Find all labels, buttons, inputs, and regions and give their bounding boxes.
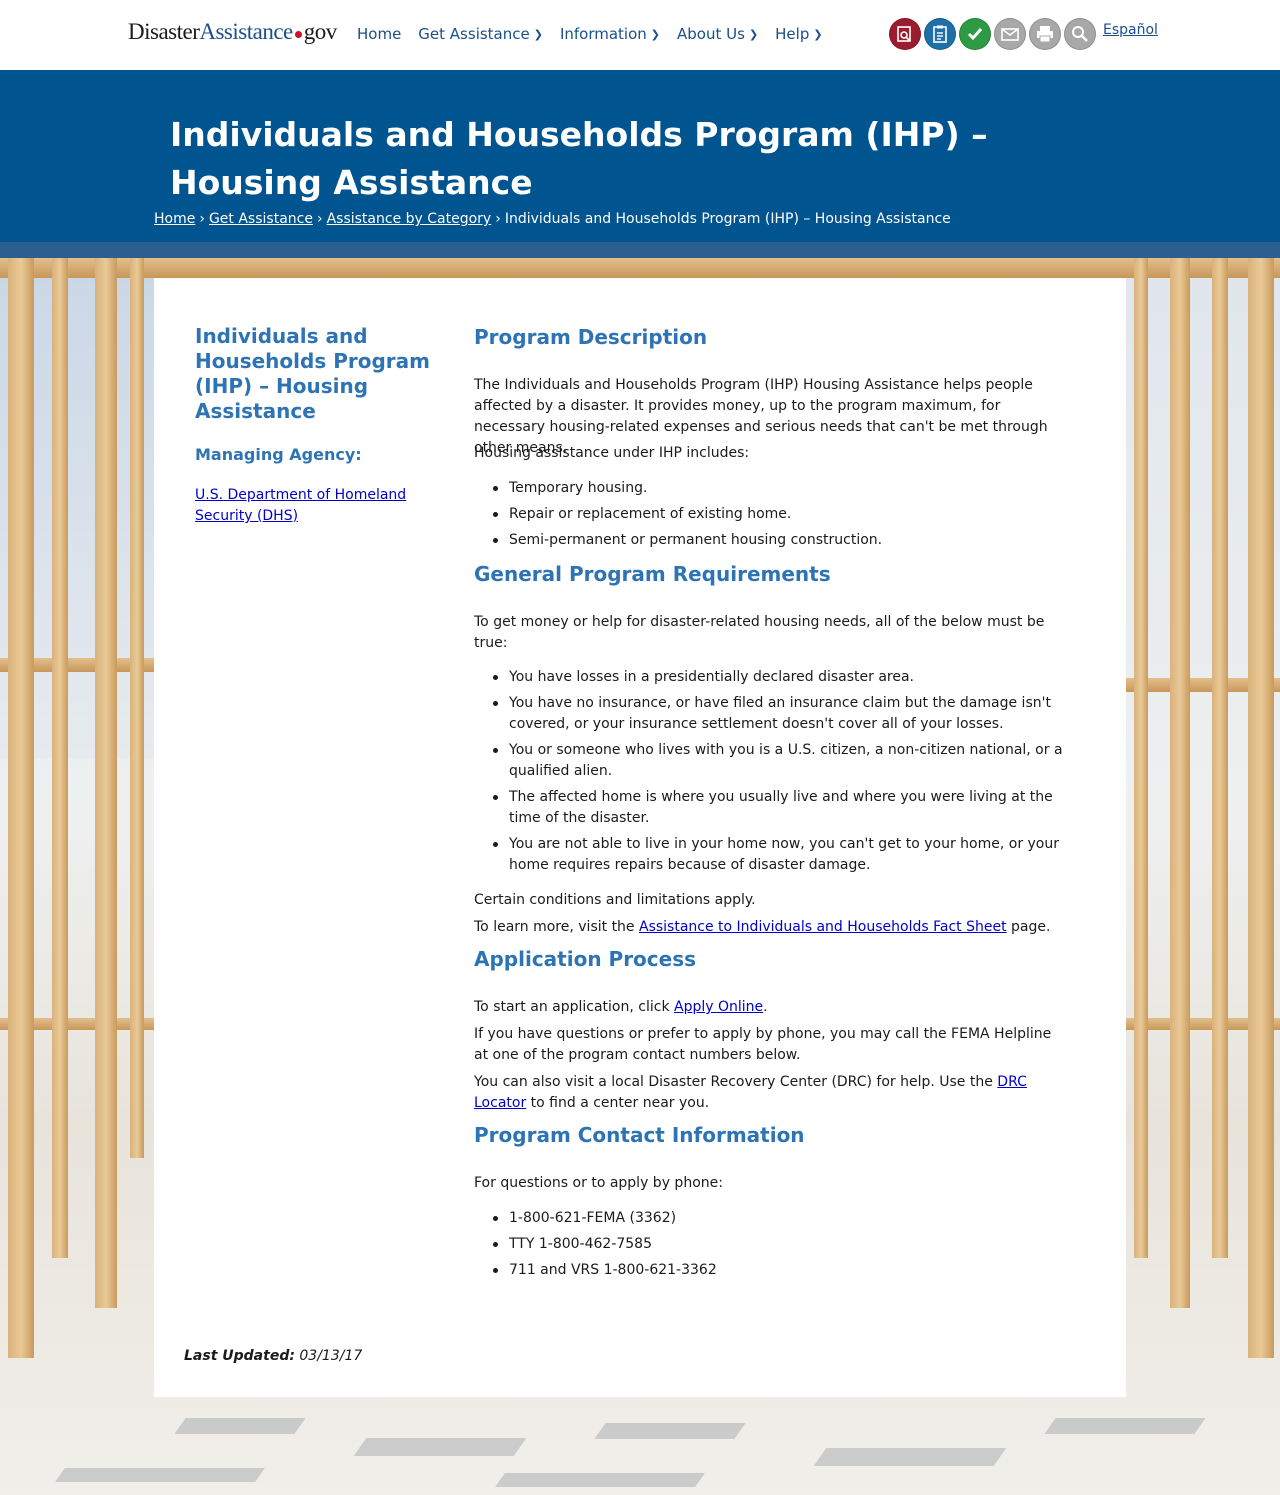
main-nav: Home Get Assistance ❯ Information ❯ About … bbox=[357, 25, 840, 43]
background-stud bbox=[1170, 258, 1190, 1308]
chevron-down-icon: ❯ bbox=[650, 28, 661, 41]
nav-help[interactable]: Help ❯ bbox=[775, 25, 822, 43]
background-shadow bbox=[594, 1423, 746, 1439]
nav-about-us[interactable]: About Us ❯ bbox=[677, 25, 758, 43]
apply-online-text: To start an application, click Apply Onl… bbox=[474, 997, 1064, 1018]
requirements-intro: To get money or help for disaster-relate… bbox=[474, 614, 1045, 651]
apply-online-link[interactable]: Apply Online bbox=[674, 999, 763, 1015]
language-link-espanol[interactable]: Español bbox=[1103, 22, 1158, 38]
logo-text-disaster: Disaster bbox=[128, 19, 200, 44]
contact-intro: For questions or to apply by phone: bbox=[474, 1175, 723, 1191]
logo-dot bbox=[294, 31, 302, 38]
background-shadow bbox=[495, 1473, 705, 1487]
contact-list: 1-800-621-FEMA (3362) TTY 1-800-462-7585… bbox=[474, 1208, 1069, 1286]
nav-home[interactable]: Home bbox=[357, 25, 401, 43]
last-updated-value: 03/13/17 bbox=[299, 1348, 363, 1364]
phone-apply-text: If you have questions or prefer to apply… bbox=[474, 1026, 1052, 1063]
application-process-heading: Application Process bbox=[474, 947, 697, 971]
last-updated: Last Updated: 03/13/17 bbox=[184, 1348, 362, 1364]
requirements-list: You have losses in a presidentially decl… bbox=[474, 667, 1069, 881]
search-icon[interactable] bbox=[1064, 18, 1096, 50]
nav-get-assistance[interactable]: Get Assistance ❯ bbox=[418, 25, 543, 43]
background-shadow bbox=[55, 1468, 265, 1482]
logo-text-assistance: Assistance bbox=[199, 19, 293, 44]
program-description-intro: Housing assistance under IHP includes: bbox=[474, 445, 750, 461]
breadcrumb-current: Individuals and Households Program (IHP)… bbox=[504, 211, 951, 227]
email-icon[interactable] bbox=[994, 18, 1026, 50]
breadcrumb-home[interactable]: Home bbox=[154, 211, 195, 227]
requirements-heading: General Program Requirements bbox=[474, 562, 831, 586]
chevron-down-icon: ❯ bbox=[813, 28, 823, 41]
last-updated-label: Last Updated: bbox=[184, 1348, 295, 1364]
fact-sheet-link[interactable]: Assistance to Individuals and Households… bbox=[639, 919, 1007, 935]
toolbar-icons bbox=[889, 18, 1096, 50]
background-stud bbox=[8, 258, 34, 1358]
apply-online-suffix: . bbox=[763, 999, 768, 1015]
nav-label: Get Assistance bbox=[418, 25, 530, 43]
learn-more-prefix: To learn more, visit the bbox=[474, 919, 639, 935]
chevron-down-icon: ❯ bbox=[533, 28, 543, 41]
breadcrumb-separator: › bbox=[495, 211, 501, 227]
breadcrumb-assistance-by-category[interactable]: Assistance by Category bbox=[327, 211, 492, 227]
list-item: You are not able to live in your home no… bbox=[493, 834, 1069, 876]
clipboard-icon[interactable] bbox=[924, 18, 956, 50]
breadcrumb-separator: › bbox=[316, 211, 323, 227]
background-stud bbox=[1134, 258, 1148, 1258]
list-item: The affected home is where you usually l… bbox=[493, 787, 1069, 829]
page-title: Individuals and Households Program (IHP)… bbox=[170, 115, 988, 202]
background-shadow bbox=[353, 1438, 527, 1456]
background-stud bbox=[95, 258, 117, 1308]
managing-agency-link[interactable]: U.S. Department of Homeland Security (DH… bbox=[195, 485, 425, 527]
managing-agency-label: Managing Agency: bbox=[195, 445, 362, 464]
site-logo[interactable]: DisasterAssistance gov bbox=[128, 19, 337, 45]
drc-prefix: You can also visit a local Disaster Reco… bbox=[474, 1074, 998, 1090]
breadcrumb-separator: › bbox=[199, 211, 205, 227]
sidebar-title: Individuals and Households Program (IHP)… bbox=[195, 324, 430, 423]
background-stud bbox=[130, 258, 144, 1158]
background-stud bbox=[52, 258, 68, 1258]
background-shadow bbox=[813, 1448, 1007, 1466]
banner-strip bbox=[0, 242, 1280, 258]
find-assistance-icon[interactable] bbox=[889, 18, 921, 50]
nav-label: Home bbox=[357, 25, 402, 43]
drc-text: You can also visit a local Disaster Reco… bbox=[474, 1072, 1064, 1114]
breadcrumb: Home › Get Assistance › Assistance by Catego… bbox=[154, 211, 951, 227]
nav-label: Information bbox=[559, 25, 647, 43]
logo-text-gov: gov bbox=[303, 19, 338, 44]
site-header: DisasterAssistance gov Home Get Assistanc… bbox=[0, 0, 1280, 70]
contact-heading: Program Contact Information bbox=[474, 1123, 805, 1147]
check-icon[interactable] bbox=[959, 18, 991, 50]
background-shadow bbox=[174, 1418, 306, 1434]
learn-more-text: To learn more, visit the Assistance to I… bbox=[474, 917, 1064, 938]
list-item: Semi-permanent or permanent housing cons… bbox=[493, 530, 1069, 551]
list-item: 711 and VRS 1-800-621-3362 bbox=[493, 1260, 1069, 1281]
nav-information[interactable]: Information ❯ bbox=[560, 25, 660, 43]
drc-suffix: to find a center near you. bbox=[526, 1095, 710, 1111]
background-stud bbox=[1212, 258, 1228, 1258]
conditions-text: Certain conditions and limitations apply… bbox=[474, 892, 756, 908]
learn-more-suffix: page. bbox=[1006, 919, 1051, 935]
list-item: Temporary housing. bbox=[493, 478, 1069, 499]
background-shadow bbox=[1044, 1418, 1206, 1434]
housing-assistance-list: Temporary housing. Repair or replacement… bbox=[474, 478, 1069, 556]
chevron-down-icon: ❯ bbox=[748, 28, 759, 41]
list-item: TTY 1-800-462-7585 bbox=[493, 1234, 1069, 1255]
background-stud bbox=[1248, 258, 1274, 1358]
print-icon[interactable] bbox=[1029, 18, 1061, 50]
program-description-heading: Program Description bbox=[474, 325, 708, 349]
list-item: 1-800-621-FEMA (3362) bbox=[493, 1208, 1069, 1229]
list-item: You have no insurance, or have filed an … bbox=[493, 693, 1069, 735]
breadcrumb-get-assistance[interactable]: Get Assistance bbox=[209, 211, 313, 227]
list-item: You have losses in a presidentially decl… bbox=[493, 667, 1069, 688]
nav-label: Help bbox=[775, 25, 810, 43]
apply-online-prefix: To start an application, click bbox=[474, 999, 675, 1015]
list-item: You or someone who lives with you is a U… bbox=[493, 740, 1069, 782]
nav-label: About Us bbox=[677, 25, 745, 43]
list-item: Repair or replacement of existing home. bbox=[493, 504, 1069, 525]
background-top-plate bbox=[0, 258, 1280, 278]
